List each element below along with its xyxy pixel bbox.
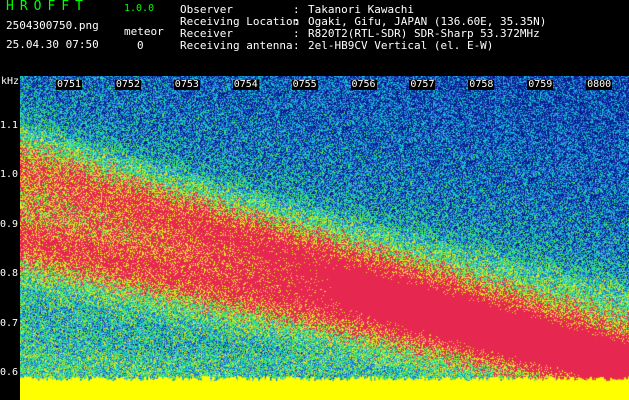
info-colon: : bbox=[293, 39, 300, 52]
meteor-count: 0 bbox=[137, 39, 144, 52]
x-tick-label: 0759 bbox=[527, 79, 554, 90]
spectrogram-plot bbox=[20, 76, 629, 400]
app-title: HROFFT bbox=[6, 0, 89, 14]
y-tick-label: 0.8 bbox=[0, 268, 19, 280]
meteor-label: meteor bbox=[124, 25, 164, 38]
x-tick-label: 0751 bbox=[56, 79, 83, 90]
y-tick-label: 1.0 bbox=[0, 169, 19, 181]
y-tick-label: 0.9 bbox=[0, 218, 19, 230]
x-tick-label: 0800 bbox=[586, 79, 613, 90]
spectrogram-canvas bbox=[20, 76, 629, 400]
info-label: Receiving antenna bbox=[180, 39, 293, 52]
x-tick-label: 0756 bbox=[350, 79, 377, 90]
capture-datetime: 25.04.30 07:50 bbox=[6, 38, 99, 51]
info-value: 2el-HB9CV Vertical (el. E-W) bbox=[308, 39, 494, 52]
x-tick-label: 0752 bbox=[114, 79, 141, 90]
x-tick-label: 0758 bbox=[468, 79, 495, 90]
y-tick-label: 0.7 bbox=[0, 317, 19, 329]
app-version: 1.0.0 bbox=[124, 3, 155, 14]
frequency-unit-label: kHz bbox=[1, 76, 20, 87]
y-tick-label: 1.1 bbox=[0, 119, 19, 131]
image-filename: 2504300750.png bbox=[6, 19, 99, 32]
x-tick-label: 0755 bbox=[291, 79, 318, 90]
x-tick-label: 0757 bbox=[409, 79, 436, 90]
x-tick-label: 0754 bbox=[232, 79, 259, 90]
y-tick-label: 0.6 bbox=[0, 367, 19, 379]
x-tick-label: 0753 bbox=[173, 79, 200, 90]
hrofft-window: HROFFT 1.0.0 2504300750.png meteor 25.04… bbox=[0, 0, 629, 400]
